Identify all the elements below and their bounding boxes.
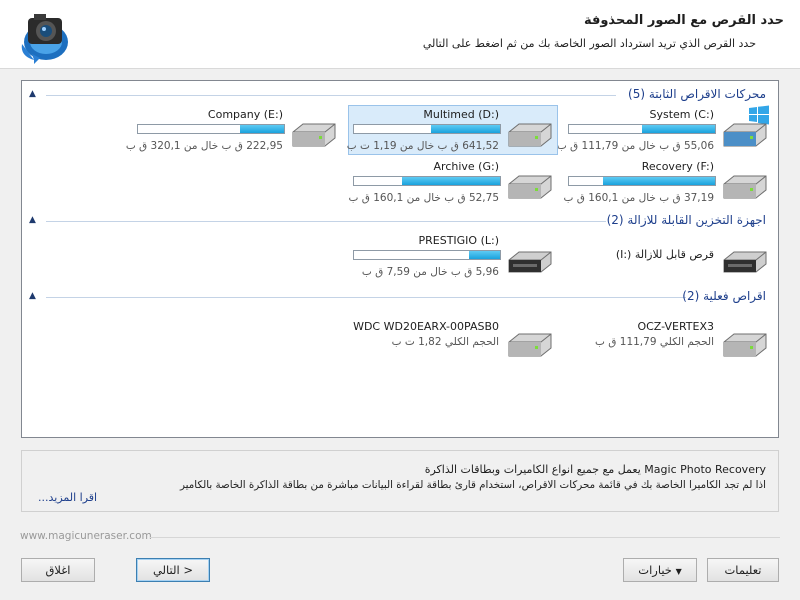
info-box: Magic Photo Recovery يعمل مع جميع انواع … (21, 450, 779, 512)
wizard-header: حدد القرص مع الصور المحذوفة حدد القرص ال… (0, 0, 800, 69)
removable-drive-icon (723, 251, 767, 273)
drive-usage-fill (402, 177, 500, 185)
options-button[interactable]: خيارات ▼ (623, 558, 697, 582)
drive-name: OCZ-VERTEX3 (637, 320, 714, 333)
hard-drive-icon (723, 123, 767, 147)
hard-drive-icon (508, 333, 552, 357)
collapse-group-icon[interactable]: ▲ (29, 87, 41, 101)
drive-total-size: الحجم الكلي 1,82 ت ب (391, 336, 499, 348)
drive-usage-fill (240, 125, 284, 133)
hard-drive-icon (508, 175, 552, 199)
hard-drive-icon (723, 175, 767, 199)
close-button[interactable]: اغلاق (21, 558, 95, 582)
hard-drive-icon (292, 123, 336, 147)
drive-usage-fill (602, 177, 715, 185)
drive-item-company-e[interactable]: Company (E:) 222,95 ق ب خال من 320,1 ق ب (126, 105, 342, 155)
drive-item-system-c[interactable]: System (C:) 55,06 ق ب خال من 111,79 ق ب (557, 105, 773, 155)
group-title: محركات الاقراص الثابتة (5) (628, 87, 766, 101)
drive-item-recovery-f[interactable]: Recovery (F:) 37,19 ق ب خال من 160,1 ق ب (563, 157, 773, 207)
drive-usage-bar (568, 176, 716, 186)
group-header-fixed-drives: ▲ محركات الاقراص الثابتة (5) (22, 87, 778, 103)
drive-usage-bar (568, 124, 716, 134)
hard-drive-icon (508, 123, 552, 147)
drive-name: (I:) قرص قابل للازالة (615, 248, 714, 261)
read-more-link[interactable]: اقرا المزيد... (38, 491, 97, 504)
drive-name: System (C:) (649, 108, 715, 121)
group-header-removable: ▲ اجهزة التخزين القابلة للازالة (2) (22, 213, 778, 229)
drive-list-panel: ▲ محركات الاقراص الثابتة (5) System (C:)… (21, 80, 779, 438)
info-line-2: اذا لم تجد الكاميرا الخاصة بك في قائمة م… (179, 479, 766, 491)
options-label: خيارات (638, 563, 672, 577)
drive-item-multimed-d[interactable]: Multimed (D:) 641,52 ق ب خال من 1,19 ت ب (346, 105, 558, 155)
footer-divider (150, 537, 780, 538)
removable-drive-icon (508, 251, 552, 273)
group-divider (46, 95, 616, 96)
collapse-group-icon[interactable]: ▲ (29, 213, 41, 227)
next-button[interactable]: التالي > (136, 558, 210, 582)
drive-name: Archive (G:) (433, 160, 499, 173)
group-divider (46, 221, 606, 222)
info-line-1: Magic Photo Recovery يعمل مع جميع انواع … (424, 463, 766, 476)
drive-usage-fill (431, 125, 500, 133)
drive-free-space: 5,96 ق ب خال من 7,59 ق ب (361, 266, 499, 278)
drive-name: Company (E:) (207, 108, 283, 121)
drive-usage-bar (353, 250, 501, 260)
hard-drive-icon (723, 333, 767, 357)
drive-free-space: 222,95 ق ب خال من 320,1 ق ب (125, 140, 283, 152)
page-title: حدد القرص مع الصور المحذوفة (583, 13, 784, 28)
drive-item-ocz-vertex3[interactable]: OCZ-VERTEX3 الحجم الكلي 111,79 ق ب (563, 315, 773, 365)
drive-item-wdc[interactable]: WDC WD20EARX-00PASB0 الحجم الكلي 1,82 ت … (348, 315, 558, 365)
collapse-group-icon[interactable]: ▲ (29, 289, 41, 303)
help-button[interactable]: تعليمات (707, 558, 779, 582)
drive-usage-fill (642, 125, 715, 133)
camera-recovery-logo-icon (21, 14, 68, 64)
drive-name: WDC WD20EARX-00PASB0 (353, 320, 499, 333)
drive-free-space: 52,75 ق ب خال من 160,1 ق ب (348, 192, 500, 204)
dropdown-arrow-icon: ▼ (675, 567, 682, 576)
group-header-physical: ▲ اقراص فعلية (2) (22, 289, 778, 305)
drive-free-space: 37,19 ق ب خال من 160,1 ق ب (563, 192, 715, 204)
group-title: اقراص فعلية (2) (682, 289, 766, 303)
drive-usage-bar (353, 124, 501, 134)
drive-item-archive-g[interactable]: Archive (G:) 52,75 ق ب خال من 160,1 ق ب (348, 157, 558, 207)
drive-item-prestigio-l[interactable]: PRESTIGIO (L:) 5,96 ق ب خال من 7,59 ق ب (348, 231, 558, 281)
drive-name: Multimed (D:) (423, 108, 499, 121)
drive-usage-fill (469, 251, 500, 259)
group-title: اجهزة التخزين القابلة للازالة (2) (606, 213, 766, 227)
drive-usage-bar (353, 176, 501, 186)
drive-item-removable-i[interactable]: (I:) قرص قابل للازالة (563, 231, 773, 281)
group-divider (46, 297, 686, 298)
drive-free-space: 55,06 ق ب خال من 111,79 ق ب (556, 140, 714, 152)
drive-name: PRESTIGIO (L:) (418, 234, 499, 247)
drive-usage-bar (137, 124, 285, 134)
page-subtitle: حدد القرص الذي تريد استرداد الصور الخاصة… (422, 37, 756, 50)
website-url: www.magicuneraser.com (20, 530, 152, 542)
drive-free-space: 641,52 ق ب خال من 1,19 ت ب (346, 140, 499, 152)
drive-name: Recovery (F:) (641, 160, 714, 173)
drive-total-size: الحجم الكلي 111,79 ق ب (595, 336, 714, 348)
